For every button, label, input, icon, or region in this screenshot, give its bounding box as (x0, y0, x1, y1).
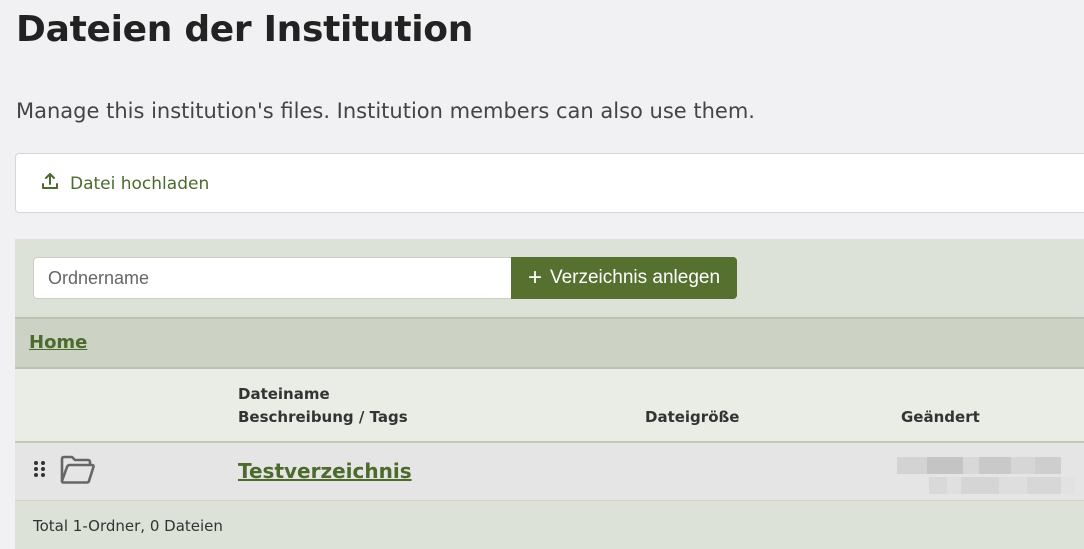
files-summary: Total 1-Ordner, 0 Dateien (33, 517, 223, 535)
upload-file-button[interactable]: Datei hochladen (40, 171, 209, 196)
column-header-modified: Geändert (901, 408, 980, 426)
breadcrumb: Home (15, 317, 1084, 369)
page-title: Dateien der Institution (16, 9, 474, 50)
column-header-description-label: Beschreibung / Tags (238, 408, 408, 426)
folder-name-input[interactable] (33, 257, 513, 299)
column-header-description: Beschreibung / Tags (238, 408, 408, 426)
folder-open-icon (60, 455, 95, 484)
upload-panel: Datei hochladen (15, 153, 1084, 213)
upload-icon (40, 171, 60, 196)
table-header: Dateiname Beschreibung / Tags Dateigröße… (15, 369, 1084, 443)
breadcrumb-home-link[interactable]: Home (29, 332, 87, 353)
column-header-filename: Dateiname (238, 385, 330, 403)
files-panel: + Verzeichnis anlegen Home Dateiname Bes… (15, 239, 1084, 549)
page-description: Manage this institution's files. Institu… (16, 99, 755, 123)
drag-handle-icon[interactable] (33, 460, 47, 478)
upload-file-label: Datei hochladen (70, 173, 210, 194)
plus-icon: + (527, 264, 542, 291)
create-folder-button[interactable]: + Verzeichnis anlegen (511, 257, 737, 299)
folder-link[interactable]: Testverzeichnis (238, 459, 412, 483)
modified-date-blurred (897, 457, 1075, 494)
column-header-filesize: Dateigröße (645, 408, 740, 426)
create-folder-label: Verzeichnis anlegen (549, 267, 721, 288)
table-row[interactable]: Testverzeichnis (15, 443, 1084, 501)
